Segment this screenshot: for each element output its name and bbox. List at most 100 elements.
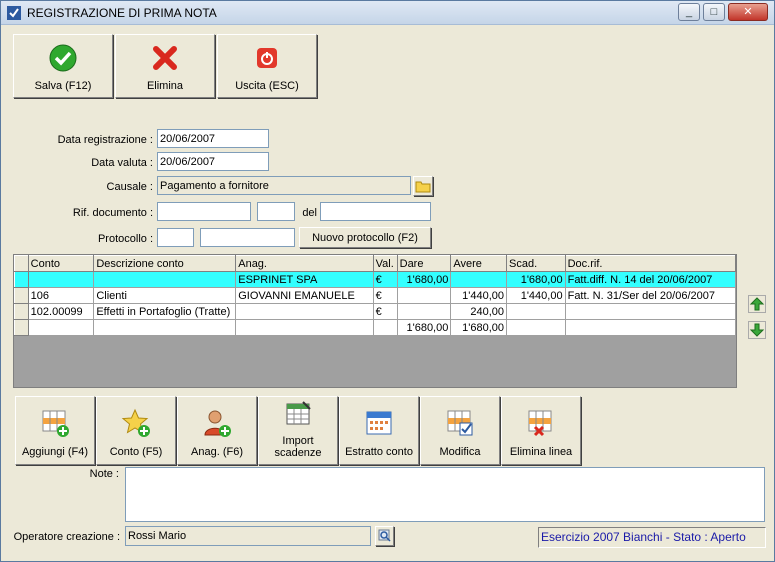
cell-doc-rif[interactable]: [564, 303, 737, 320]
cell-scad[interactable]: 1'440,00: [506, 287, 566, 304]
cell-scad: [506, 319, 566, 336]
table-row[interactable]: 106 Clienti GIOVANNI EMANUELE € 1'440,00…: [14, 287, 737, 304]
import-label-line2: scadenze: [274, 447, 322, 459]
data-registrazione-input[interactable]: 20/06/2007: [157, 129, 269, 148]
move-down-button[interactable]: [748, 321, 766, 339]
grid-check-icon: [447, 410, 473, 436]
cell-descrizione[interactable]: Effetti in Portafoglio (Tratte): [93, 303, 237, 320]
cell-avere[interactable]: 240,00: [450, 303, 508, 320]
cell-dare[interactable]: [396, 303, 452, 320]
elimina-linea-button[interactable]: Elimina linea: [501, 396, 581, 465]
star-add-icon: [121, 408, 150, 437]
rif-documento-serie-input[interactable]: [257, 202, 295, 221]
cell-doc-rif[interactable]: Fatt. N. 31/Ser del 20/06/2007: [564, 287, 737, 304]
import-label-line1: Import: [282, 435, 314, 447]
operatore-creazione-label: Operatore creazione :: [13, 531, 120, 543]
title-bar: REGISTRAZIONE DI PRIMA NOTA _ □ ✕: [1, 1, 774, 25]
rif-documento-label: Rif. documento :: [72, 207, 153, 219]
entries-table: Conto Descrizione conto Anag. Val. Dare …: [14, 255, 737, 336]
cell-descrizione[interactable]: [93, 271, 237, 288]
window-title: REGISTRAZIONE DI PRIMA NOTA: [27, 6, 217, 20]
cell-val[interactable]: €: [372, 271, 398, 288]
column-header-doc-rif[interactable]: Doc.rif.: [564, 255, 737, 272]
cell-conto[interactable]: [27, 271, 95, 288]
status-panel: Esercizio 2007 Bianchi - Stato : Aperto: [538, 527, 766, 548]
column-header-conto[interactable]: Conto: [27, 255, 95, 272]
modifica-button[interactable]: Modifica: [420, 396, 500, 465]
minimize-button[interactable]: _: [678, 3, 700, 21]
total-avere: 1'680,00: [450, 319, 508, 336]
cell-descrizione[interactable]: Clienti: [93, 287, 237, 304]
protocollo-extra-input[interactable]: [200, 228, 295, 247]
delete-label: Elimina: [146, 80, 184, 92]
user-add-icon: [204, 410, 231, 437]
del-label: del: [302, 207, 317, 219]
totals-row: 1'680,00 1'680,00: [14, 319, 737, 336]
cell-avere[interactable]: [450, 271, 508, 288]
cell-dare[interactable]: 1'680,00: [396, 271, 452, 288]
cell-val[interactable]: €: [372, 287, 398, 304]
conto-label: Conto (F5): [109, 446, 163, 458]
rif-documento-date-input[interactable]: [320, 202, 431, 221]
client-area: Salva (F12) Elimina Uscita (ESC) Data re…: [9, 31, 768, 555]
anag-button[interactable]: Anag. (F6): [177, 396, 257, 465]
causale-input[interactable]: Pagamento a fornitore: [157, 176, 411, 195]
data-valuta-input[interactable]: 20/06/2007: [157, 152, 269, 171]
column-header-descrizione[interactable]: Descrizione conto: [93, 255, 237, 272]
cell-val[interactable]: €: [372, 303, 398, 320]
cell-dare[interactable]: [396, 287, 452, 304]
causale-browse-button[interactable]: [413, 176, 433, 196]
protocollo-input[interactable]: [157, 228, 194, 247]
move-up-button[interactable]: [748, 295, 766, 313]
operatore-info-button[interactable]: [375, 526, 394, 546]
aggiungi-button[interactable]: Aggiungi (F4): [15, 396, 95, 465]
column-header-dare[interactable]: Dare: [396, 255, 452, 272]
lookup-icon: [378, 529, 391, 542]
cell-anag[interactable]: GIOVANNI EMANUELE: [235, 287, 374, 304]
folder-icon: [415, 181, 431, 193]
cell-scad[interactable]: [506, 303, 566, 320]
cell-doc-rif[interactable]: Fatt.diff. N. 14 del 20/06/2007: [564, 271, 737, 288]
import-scadenze-label: Import scadenze: [259, 435, 337, 459]
save-button[interactable]: Salva (F12): [13, 34, 113, 98]
conto-button[interactable]: Conto (F5): [96, 396, 176, 465]
column-header-anag[interactable]: Anag.: [235, 255, 374, 272]
cell-anag[interactable]: [235, 303, 374, 320]
import-sheet-icon: [286, 401, 311, 425]
power-icon: [257, 48, 277, 68]
cell-val: [372, 319, 398, 336]
minimize-icon: _: [685, 6, 693, 18]
table-row[interactable]: ESPRINET SPA € 1'680,00 1'680,00 Fatt.di…: [14, 271, 737, 288]
row-indicator: [14, 271, 29, 288]
cell-avere[interactable]: 1'440,00: [450, 287, 508, 304]
exit-button[interactable]: Uscita (ESC): [217, 34, 317, 98]
row-indicator: [14, 255, 29, 272]
cell-conto[interactable]: 106: [27, 287, 95, 304]
column-header-val[interactable]: Val.: [372, 255, 398, 272]
maximize-button[interactable]: □: [703, 3, 725, 21]
column-header-scad[interactable]: Scad.: [506, 255, 566, 272]
total-dare: 1'680,00: [396, 319, 452, 336]
note-textarea[interactable]: [125, 467, 765, 522]
row-indicator: [14, 319, 29, 336]
arrow-up-icon: [748, 295, 766, 313]
rif-documento-input[interactable]: [157, 202, 251, 221]
cell-scad[interactable]: 1'680,00: [506, 271, 566, 288]
row-indicator: [14, 303, 29, 320]
column-header-avere[interactable]: Avere: [450, 255, 508, 272]
cell-anag[interactable]: ESPRINET SPA: [235, 271, 374, 288]
table-row[interactable]: 102.00099 Effetti in Portafoglio (Tratte…: [14, 303, 737, 320]
nuovo-protocollo-button[interactable]: Nuovo protocollo (F2): [299, 227, 431, 248]
import-scadenze-button[interactable]: Import scadenze: [258, 396, 338, 465]
anag-label: Anag. (F6): [191, 446, 243, 458]
close-button[interactable]: ✕: [728, 3, 768, 21]
exit-label: Uscita (ESC): [235, 80, 299, 92]
estratto-conto-label: Estratto conto: [345, 446, 413, 458]
entries-grid[interactable]: Conto Descrizione conto Anag. Val. Dare …: [13, 254, 737, 388]
cell-conto[interactable]: 102.00099: [27, 303, 95, 320]
delete-button[interactable]: Elimina: [115, 34, 215, 98]
estratto-conto-button[interactable]: Estratto conto: [339, 396, 419, 465]
elimina-linea-label: Elimina linea: [509, 446, 573, 458]
grid-delete-icon: [528, 410, 552, 437]
note-label: Note :: [89, 468, 119, 480]
